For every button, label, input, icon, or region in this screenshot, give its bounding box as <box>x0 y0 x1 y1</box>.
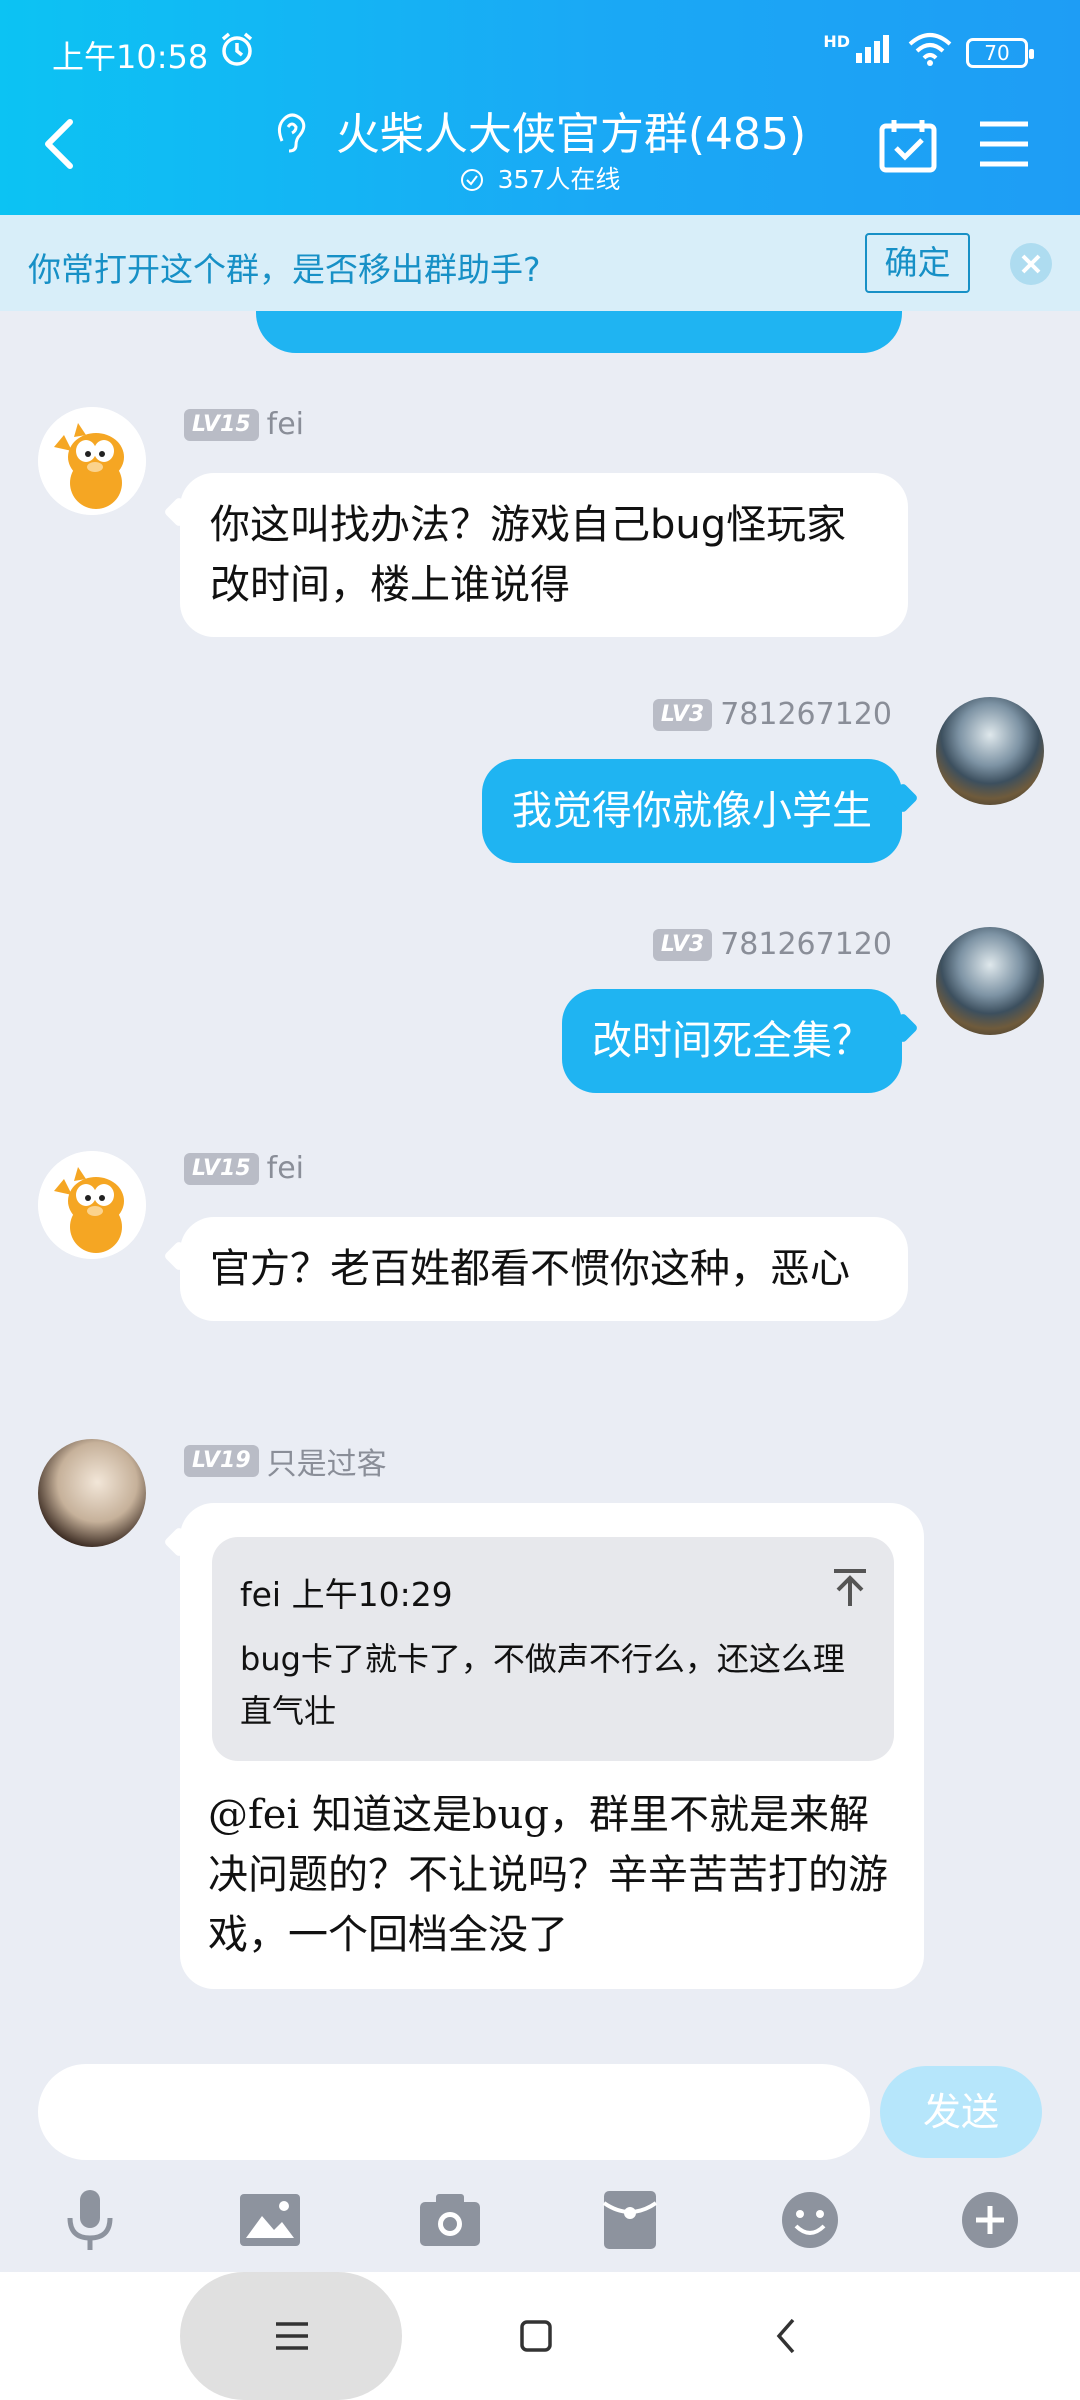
sender-name[interactable]: fei <box>267 1151 304 1186</box>
message-bubble[interactable]: 官方？老百姓都看不惯你这种，恶心 <box>180 1217 908 1321</box>
reply-message-bubble[interactable]: fei 上午10:29 bug卡了就卡了，不做声不行么，还这么理直气壮 @fei… <box>180 1503 924 1989</box>
recent-apps-icon[interactable] <box>264 2308 320 2364</box>
camera-icon[interactable] <box>410 2180 490 2260</box>
group-title: 火柴人大侠官方群(485) <box>335 109 807 160</box>
quote-header: fei 上午10:29 <box>240 1575 453 1614</box>
message-text: 你这叫找办法？游戏自己bug怪玩家改时间，楼上谁说得 <box>210 502 847 608</box>
input-bar: 发送 <box>0 2056 1080 2272</box>
red-packet-icon[interactable] <box>590 2180 670 2260</box>
confirm-button[interactable]: 确定 <box>865 233 970 293</box>
network-label: HD <box>823 32 850 51</box>
close-icon[interactable] <box>1010 243 1052 285</box>
calendar-check-icon[interactable] <box>878 118 938 178</box>
plus-icon[interactable] <box>950 2180 1030 2260</box>
microphone-icon[interactable] <box>50 2180 130 2260</box>
wifi-icon <box>908 32 952 74</box>
avatar[interactable] <box>38 1439 146 1547</box>
image-icon[interactable] <box>230 2180 310 2260</box>
avatar[interactable] <box>38 407 146 515</box>
signal-icon <box>854 33 894 73</box>
level-badge: LV19 <box>184 1445 259 1477</box>
sender-row: LV15 fei <box>184 407 304 442</box>
avatar[interactable] <box>936 927 1044 1035</box>
message-text: @fei 知道这是bug，群里不就是来解决问题的？不让说吗？辛辛苦苦打的游戏，一… <box>208 1792 888 1958</box>
level-badge: LV3 <box>652 698 713 731</box>
input-toolbar <box>0 2180 1080 2260</box>
sender-row: LV3 781267120 <box>652 697 892 732</box>
online-count-label: 357人在线 <box>497 165 621 194</box>
ear-icon <box>274 111 308 164</box>
level-badge: LV15 <box>184 408 259 441</box>
level-badge: LV15 <box>184 1152 259 1185</box>
notice-text: 你常打开这个群，是否移出群助手? <box>28 250 541 289</box>
menu-icon[interactable] <box>978 120 1030 172</box>
sender-row: LV15 fei <box>184 1151 304 1186</box>
jump-to-top-icon[interactable] <box>832 1565 868 1625</box>
status-bar: 上午10:58 HD 70 <box>52 28 1034 78</box>
avatar[interactable] <box>936 697 1044 805</box>
home-icon[interactable] <box>508 2308 564 2364</box>
message-input[interactable] <box>38 2064 870 2160</box>
send-button[interactable]: 发送 <box>880 2066 1042 2158</box>
previous-message-bubble <box>256 311 902 353</box>
message-text: 改时间死全集？ <box>592 1018 872 1064</box>
sender-row: LV3 781267120 <box>652 927 892 962</box>
avatar[interactable] <box>38 1151 146 1259</box>
sender-name[interactable]: 只是过客 <box>267 1439 387 1483</box>
back-nav-icon[interactable] <box>758 2308 814 2364</box>
sender-name[interactable]: 781267120 <box>720 697 892 732</box>
sender-name[interactable]: fei <box>267 407 304 442</box>
status-time: 上午10:58 <box>52 38 209 76</box>
emoji-icon[interactable] <box>770 2180 850 2260</box>
alarm-icon <box>218 30 256 76</box>
message-bubble[interactable]: 你这叫找办法？游戏自己bug怪玩家改时间，楼上谁说得 <box>180 473 908 637</box>
message-text: 官方？老百姓都看不惯你这种，恶心 <box>210 1246 850 1292</box>
message-bubble[interactable]: 改时间死全集？ <box>562 989 902 1093</box>
chat-header: 上午10:58 HD 70 火柴人大侠官方群(485) 357人在线 <box>0 0 1080 215</box>
quoted-message[interactable]: fei 上午10:29 bug卡了就卡了，不做声不行么，还这么理直气壮 <box>212 1537 894 1761</box>
quote-text: bug卡了就卡了，不做声不行么，还这么理直气壮 <box>240 1640 845 1730</box>
system-nav-bar <box>0 2272 1080 2400</box>
battery-indicator: 70 <box>966 38 1034 68</box>
check-circle-icon <box>460 169 483 191</box>
level-badge: LV3 <box>652 928 713 961</box>
sender-name[interactable]: 781267120 <box>720 927 892 962</box>
sender-row: LV19 只是过客 <box>184 1439 387 1483</box>
message-list[interactable]: LV15 fei 你这叫找办法？游戏自己bug怪玩家改时间，楼上谁说得 LV3 … <box>0 311 1080 2056</box>
message-text: 我觉得你就像小学生 <box>512 788 872 834</box>
message-bubble[interactable]: 我觉得你就像小学生 <box>482 759 902 863</box>
group-assistant-notice: 你常打开这个群，是否移出群助手? 确定 <box>0 215 1080 311</box>
